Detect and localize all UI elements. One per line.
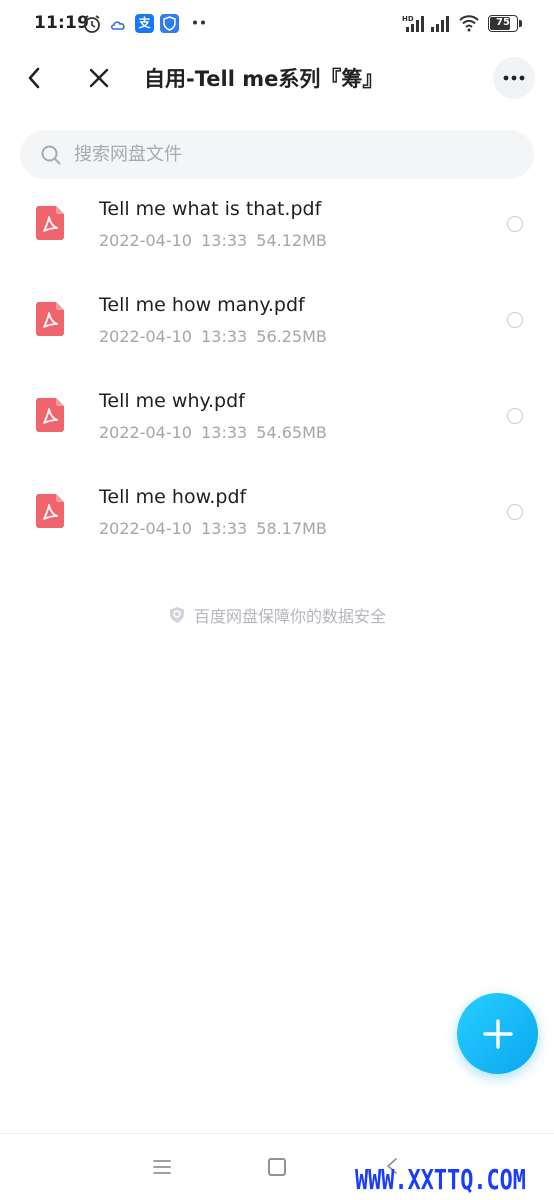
more-dots-icon	[503, 75, 525, 81]
file-time: 13:33	[201, 423, 248, 442]
add-button[interactable]	[457, 993, 538, 1074]
file-date: 2022-04-10	[99, 519, 192, 538]
file-name: Tell me why.pdf	[99, 390, 245, 412]
page-title: 自用-Tell me系列『筹』	[144, 67, 384, 91]
alipay-icon: 支	[135, 14, 154, 33]
more-button[interactable]	[493, 57, 535, 99]
file-name: Tell me how many.pdf	[99, 294, 305, 316]
file-size: 56.25MB	[256, 327, 327, 346]
select-checkbox[interactable]	[507, 504, 523, 520]
search-icon	[41, 145, 61, 164]
file-row[interactable]: Tell me why.pdf 2022-04-10 13:33 54.65MB	[0, 380, 554, 476]
close-button[interactable]	[84, 62, 114, 94]
file-meta: 2022-04-10 13:33 54.65MB	[99, 423, 327, 442]
home-icon[interactable]	[268, 1158, 286, 1176]
file-time: 13:33	[201, 327, 248, 346]
hd-signal-icon: HD	[402, 15, 424, 32]
file-meta: 2022-04-10 13:33 58.17MB	[99, 519, 327, 538]
chevron-left-icon	[28, 67, 40, 89]
file-name: Tell me what is that.pdf	[99, 198, 322, 220]
close-icon	[89, 68, 109, 88]
file-size: 58.17MB	[256, 519, 327, 538]
file-time: 13:33	[201, 519, 248, 538]
file-date: 2022-04-10	[99, 231, 192, 250]
file-row[interactable]: Tell me how.pdf 2022-04-10 13:33 58.17MB	[0, 476, 554, 572]
file-list: Tell me what is that.pdf 2022-04-10 13:3…	[0, 188, 554, 572]
menu-icon[interactable]	[152, 1158, 172, 1176]
more-notifications-icon	[193, 20, 205, 25]
file-meta: 2022-04-10 13:33 56.25MB	[99, 327, 327, 346]
battery-icon: 75	[488, 15, 522, 32]
file-date: 2022-04-10	[99, 327, 192, 346]
safety-text: 百度网盘保障你的数据安全	[193, 607, 386, 626]
file-meta: 2022-04-10 13:33 54.12MB	[99, 231, 327, 250]
select-checkbox[interactable]	[507, 312, 523, 328]
file-size: 54.65MB	[256, 423, 327, 442]
file-size: 54.12MB	[256, 231, 327, 250]
alarm-icon	[84, 15, 100, 33]
safety-note: 百度网盘保障你的数据安全	[0, 603, 554, 627]
battery-level: 75	[496, 17, 510, 28]
pdf-icon	[36, 302, 64, 336]
signal-icon	[431, 16, 449, 32]
pdf-icon	[36, 206, 64, 240]
file-row[interactable]: Tell me how many.pdf 2022-04-10 13:33 56…	[0, 284, 554, 380]
watermark: WWW.XXTTQ.COM	[355, 1163, 526, 1196]
file-name: Tell me how.pdf	[99, 486, 247, 508]
pdf-icon	[36, 494, 64, 528]
select-checkbox[interactable]	[507, 408, 523, 424]
back-button[interactable]	[20, 62, 48, 94]
title-bar: 自用-Tell me系列『筹』	[0, 50, 554, 106]
file-time: 13:33	[201, 231, 248, 250]
security-app-icon	[160, 14, 179, 33]
file-date: 2022-04-10	[99, 423, 192, 442]
status-bar: 11:19 支 HD 75	[0, 0, 554, 48]
shield-icon	[169, 607, 184, 623]
status-time: 11:19	[34, 13, 90, 33]
wifi-icon	[459, 15, 479, 32]
plus-icon	[482, 1018, 513, 1049]
search-bar[interactable]	[20, 130, 534, 179]
search-input[interactable]	[74, 144, 494, 165]
cloud-app-icon	[110, 21, 125, 30]
pdf-icon	[36, 398, 64, 432]
select-checkbox[interactable]	[507, 216, 523, 232]
file-row[interactable]: Tell me what is that.pdf 2022-04-10 13:3…	[0, 188, 554, 284]
svg-text:HD: HD	[402, 15, 414, 23]
